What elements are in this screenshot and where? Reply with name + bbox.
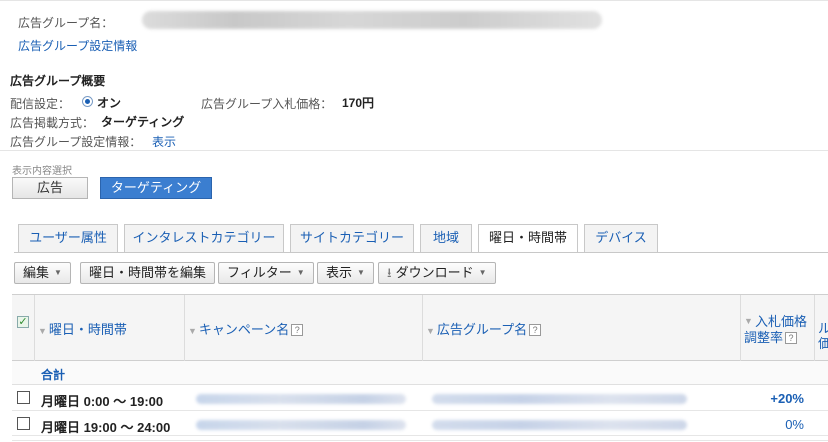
divider — [0, 150, 828, 151]
ad-group-settings-link[interactable]: 広告グループ設定情報 — [18, 37, 137, 54]
chevron-down-icon: ▼ — [357, 268, 365, 277]
col-header-campaign[interactable]: ▼ キャンペーン名? — [188, 319, 304, 338]
row-bid-adj[interactable]: +20% — [770, 391, 804, 406]
tabs-baseline — [14, 252, 828, 253]
col-header-bid-adj[interactable]: 調整率? — [744, 327, 798, 346]
ad-group-header: 広告グループ名： 広告グループ設定情報 — [0, 0, 828, 60]
tab-day-time[interactable]: 曜日・時間帯 — [478, 224, 578, 253]
edit-schedule-button[interactable]: 曜日・時間帯を編集 — [80, 262, 216, 284]
col-header-ad-group-label: 広告グループ名 — [436, 322, 528, 337]
row-day-time[interactable]: 月曜日 0:00 ～ 19:00 — [41, 391, 163, 410]
tab-region[interactable]: 地域 — [420, 224, 472, 252]
row-day-time[interactable]: 月曜日 19:00 ～ 24:00 — [41, 417, 170, 436]
tab-device[interactable]: デバイス — [584, 224, 658, 252]
col-header-day-time[interactable]: ▼ 曜日・時間帯 — [38, 319, 127, 338]
summary-title: 広告グループ概要 — [10, 74, 106, 88]
col-divider — [34, 295, 35, 361]
display-button[interactable]: 表示 ▼ — [317, 262, 374, 284]
col-header-ad-group[interactable]: ▼ 広告グループ名? — [426, 319, 542, 338]
table-bottom-border — [12, 440, 828, 441]
tab-interest-category[interactable]: インタレストカテゴリー — [124, 224, 284, 252]
tab-user-attributes[interactable]: ユーザー属性 — [18, 224, 118, 252]
col-header-day-time-label: 曜日・時間帯 — [48, 322, 127, 337]
row-checkbox[interactable] — [17, 391, 30, 404]
sort-icon: ▼ — [188, 326, 197, 336]
help-icon[interactable]: ? — [785, 332, 798, 344]
col-header-campaign-label: キャンペーン名 — [198, 322, 290, 337]
col-divider — [422, 295, 423, 361]
edit-button[interactable]: 編集 ▼ — [14, 262, 71, 284]
view-ad-button[interactable]: 広告 — [12, 177, 88, 199]
ad-group-name-redacted — [432, 394, 687, 404]
filter-button[interactable]: フィルター ▼ — [218, 262, 314, 284]
download-button-label: ダウンロード — [395, 265, 474, 280]
download-icon: ⭳ — [387, 265, 392, 280]
edit-button-label: 編集 — [23, 265, 50, 280]
ad-group-name-redacted — [142, 11, 602, 29]
total-row — [12, 361, 828, 385]
settings-show-link[interactable]: 表示 — [152, 133, 176, 150]
select-all-checkbox[interactable]: ✓ — [17, 316, 29, 328]
sort-icon: ▼ — [38, 326, 47, 336]
chevron-down-icon: ▼ — [296, 268, 305, 277]
sort-icon: ▼ — [426, 326, 435, 336]
chevron-down-icon: ▼ — [478, 268, 487, 277]
bid-label: 広告グループ入札価格： — [201, 97, 333, 111]
settings-label: 広告グループ設定情報： — [10, 135, 142, 149]
delivery-radio[interactable] — [82, 96, 93, 107]
campaign-name-redacted — [196, 394, 406, 404]
filter-button-label: フィルター — [227, 265, 292, 280]
method-label: 広告掲載方式： — [10, 116, 95, 130]
col-header-bid-adj-line2: 調整率 — [744, 330, 784, 345]
row-checkbox[interactable] — [17, 417, 30, 430]
ad-group-name-label: 広告グループ名： — [18, 16, 114, 30]
col-divider — [184, 295, 185, 361]
tab-site-category[interactable]: サイトカテゴリー — [290, 224, 414, 252]
sort-icon: ▼ — [744, 316, 753, 326]
col-header-next-line2[interactable]: 価 — [818, 333, 828, 352]
help-icon[interactable]: ? — [291, 324, 304, 336]
chevron-down-icon: ▼ — [54, 268, 62, 277]
download-button[interactable]: ⭳ ダウンロード ▼ — [378, 262, 496, 284]
method-value: ターゲティング — [101, 115, 185, 129]
view-select-label: 表示内容選択 — [12, 166, 72, 177]
total-label: 合計 — [41, 368, 66, 382]
row-bid-adj[interactable]: 0% — [785, 417, 804, 432]
col-divider — [740, 295, 741, 361]
bid-value: 170円 — [342, 96, 375, 110]
view-targeting-button[interactable]: ターゲティング — [100, 177, 212, 199]
table-header — [12, 295, 828, 361]
delivery-value: オン — [97, 96, 122, 110]
col-divider — [814, 295, 815, 361]
help-icon[interactable]: ? — [529, 324, 542, 336]
display-button-label: 表示 — [326, 265, 353, 280]
ad-group-name-redacted — [432, 420, 687, 430]
delivery-label: 配信設定： — [10, 97, 71, 111]
campaign-name-redacted — [196, 420, 406, 430]
